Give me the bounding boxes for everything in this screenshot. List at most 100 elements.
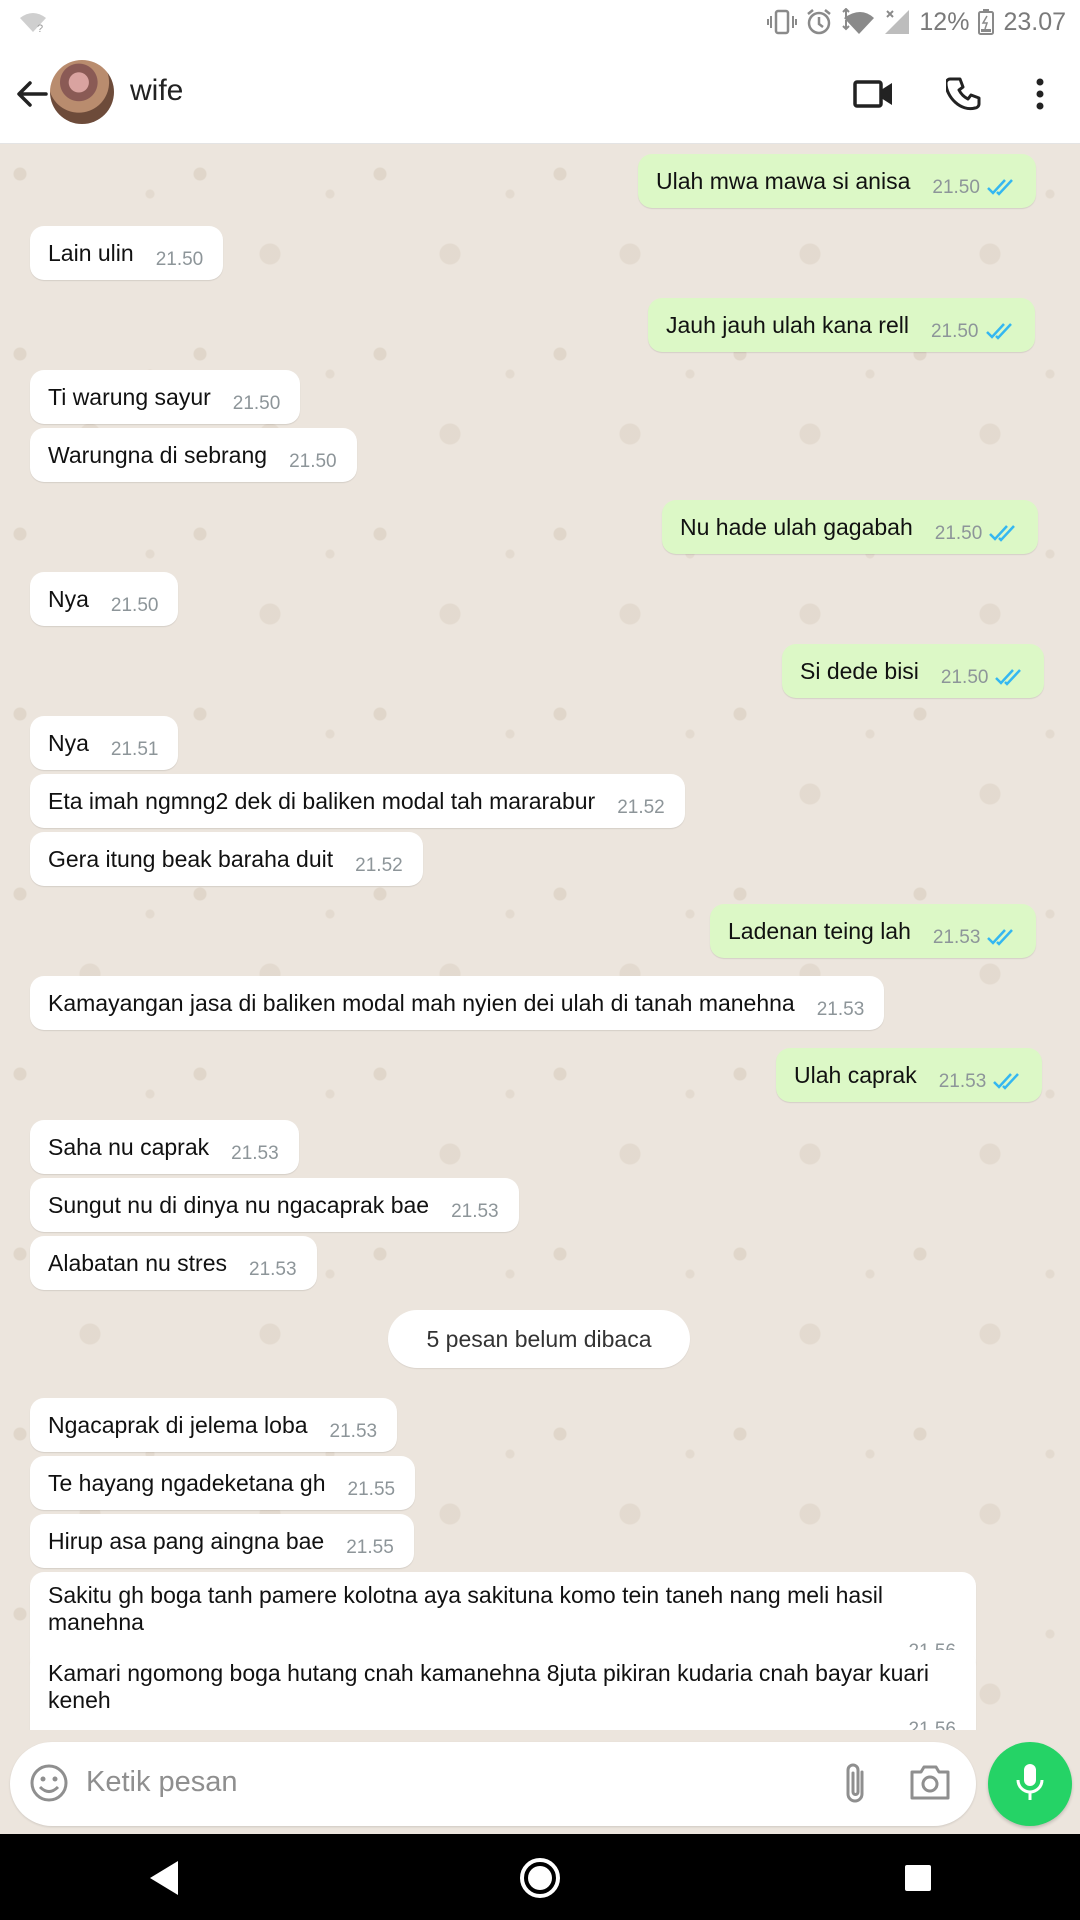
mic-icon: [1014, 1762, 1046, 1807]
message-outgoing[interactable]: Nu hade ulah gagabah 21.50: [662, 500, 1039, 554]
video-call-icon[interactable]: [850, 70, 898, 118]
message-text: Gera itung beak baraha duit: [48, 845, 334, 872]
message-text: Nya: [48, 729, 89, 756]
message-outgoing[interactable]: Si dede bisi 21.50: [782, 644, 1045, 698]
message-incoming[interactable]: Ngacaprak di jelema loba 21.53: [30, 1398, 398, 1452]
message-outgoing[interactable]: Ulah mwa mawa si anisa 21.50: [638, 154, 1036, 208]
camera-icon[interactable]: [908, 1762, 952, 1807]
nav-home-icon[interactable]: [516, 1854, 564, 1902]
message-text: Nya: [48, 585, 89, 612]
message-text: Ti warung sayur: [48, 383, 211, 410]
message-time: 21.53: [451, 1200, 499, 1222]
message-time: 21.52: [617, 796, 665, 818]
message-input[interactable]: Ketik pesan: [86, 1766, 238, 1799]
message-time: 21.50: [155, 248, 204, 270]
alarm-icon: [805, 8, 833, 36]
message-text: Sungut nu di dinya nu ngacaprak bae: [48, 1191, 430, 1218]
wifi-data-icon: [841, 8, 875, 36]
message-time: 21.51: [110, 738, 159, 760]
emoji-icon[interactable]: [28, 1762, 70, 1809]
message-incoming[interactable]: Kamari ngomong boga hutang cnah kamanehn…: [30, 1650, 976, 1730]
read-ticks-icon: [989, 525, 1016, 542]
message-time: 21.53: [816, 998, 865, 1020]
message-time: 21.53: [938, 1070, 987, 1092]
chat-header: wife: [0, 44, 1080, 144]
message-text: Warungna di sebrang: [48, 441, 268, 468]
message-incoming[interactable]: Warungna di sebrang 21.50: [30, 428, 357, 482]
more-vert-icon[interactable]: [1016, 70, 1064, 118]
message-text: Hirup asa pang aingna bae: [48, 1527, 325, 1554]
message-incoming[interactable]: Hirup asa pang aingna bae 21.55: [30, 1514, 414, 1568]
message-time: 21.50: [930, 320, 979, 342]
wifi-unknown-icon: ?: [18, 10, 48, 41]
message-incoming[interactable]: Alabatan nu stres 21.53: [30, 1236, 317, 1290]
status-bar: ? 12% 23.07: [0, 0, 1080, 44]
message-time: 21.50: [110, 594, 159, 616]
message-text: Alabatan nu stres: [48, 1249, 228, 1276]
mic-button[interactable]: [988, 1742, 1072, 1826]
message-outgoing[interactable]: Ladenan teing lah 21.53: [710, 904, 1037, 958]
message-text: Si dede bisi: [800, 657, 919, 684]
message-time: 21.50: [232, 392, 281, 414]
message-incoming[interactable]: Nya 21.50: [30, 572, 179, 626]
message-incoming[interactable]: Gera itung beak baraha duit 21.52: [30, 832, 423, 886]
message-time: 21.52: [355, 854, 403, 876]
svg-text:?: ?: [37, 23, 43, 34]
read-ticks-icon: [987, 929, 1014, 946]
message-time: 21.55: [346, 1536, 394, 1558]
message-composer[interactable]: Ketik pesan: [10, 1742, 976, 1826]
message-time: 21.50: [934, 522, 983, 544]
battery-percent: 12%: [919, 7, 970, 36]
attach-icon[interactable]: [836, 1762, 876, 1811]
message-text: Kamari ngomong boga hutang cnah kamanehn…: [48, 1660, 929, 1713]
message-text: Ulah mwa mawa si anisa: [656, 167, 911, 194]
message-time: 21.50: [940, 666, 989, 688]
message-incoming[interactable]: Te hayang ngadeketana gh 21.55: [30, 1456, 416, 1510]
system-nav-bar: [0, 1834, 1080, 1920]
read-ticks-icon: [993, 1073, 1020, 1090]
contact-avatar[interactable]: [50, 60, 114, 124]
chat-history[interactable]: Ulah mwa mawa si anisa 21.50 Lain ulin 2…: [0, 144, 1080, 1730]
message-incoming[interactable]: Lain ulin 21.50: [30, 226, 224, 280]
message-incoming[interactable]: Ti warung sayur 21.50: [30, 370, 301, 424]
message-time: 21.50: [932, 176, 980, 198]
nav-back-icon[interactable]: [140, 1854, 188, 1902]
read-ticks-icon: [985, 323, 1012, 340]
message-time: 21.53: [249, 1258, 297, 1280]
message-time: 21.53: [932, 926, 981, 948]
contact-name[interactable]: wife: [130, 74, 183, 108]
message-outgoing[interactable]: Jauh jauh ulah kana rell 21.50: [648, 298, 1035, 352]
message-text: Ngacaprak di jelema loba: [48, 1411, 308, 1438]
message-time: 21.53: [231, 1142, 279, 1164]
message-text: Lain ulin: [48, 239, 134, 266]
read-ticks-icon: [995, 669, 1022, 686]
message-time: 21.55: [347, 1478, 396, 1500]
message-time: 21.53: [329, 1420, 378, 1442]
message-time: 21.50: [289, 450, 337, 472]
phone-icon[interactable]: [940, 70, 988, 118]
battery-icon: [977, 8, 995, 36]
nav-recents-icon[interactable]: [894, 1854, 942, 1902]
message-text: Te hayang ngadeketana gh: [48, 1469, 326, 1496]
message-incoming[interactable]: Sungut nu di dinya nu ngacaprak bae 21.5…: [30, 1178, 519, 1232]
unread-messages-banner: 5 pesan belum dibaca: [388, 1310, 690, 1368]
message-incoming[interactable]: Eta imah ngmng2 dek di baliken modal tah…: [30, 774, 685, 828]
clock: 23.07: [1003, 7, 1066, 36]
message-text: Saha nu caprak: [48, 1133, 210, 1160]
read-ticks-icon: [987, 179, 1013, 196]
message-incoming[interactable]: Nya 21.51: [30, 716, 179, 770]
message-text: Kamayangan jasa di baliken modal mah nyi…: [48, 989, 795, 1016]
message-text: Sakitu gh boga tanh pamere kolotna aya s…: [48, 1582, 883, 1635]
back-arrow-icon[interactable]: [10, 72, 54, 116]
message-incoming[interactable]: Saha nu caprak 21.53: [30, 1120, 299, 1174]
vibrate-icon: [767, 8, 798, 36]
message-text: Jauh jauh ulah kana rell: [666, 311, 909, 338]
message-text: Ladenan teing lah: [728, 917, 911, 944]
message-time: 21.56: [908, 1719, 956, 1730]
signal-icon: [883, 8, 911, 36]
message-incoming[interactable]: Kamayangan jasa di baliken modal mah nyi…: [30, 976, 885, 1030]
message-outgoing[interactable]: Ulah caprak 21.53: [776, 1048, 1043, 1102]
message-text: Nu hade ulah gagabah: [680, 513, 913, 540]
message-text: Eta imah ngmng2 dek di baliken modal tah…: [48, 787, 596, 814]
message-text: Ulah caprak: [794, 1061, 917, 1088]
